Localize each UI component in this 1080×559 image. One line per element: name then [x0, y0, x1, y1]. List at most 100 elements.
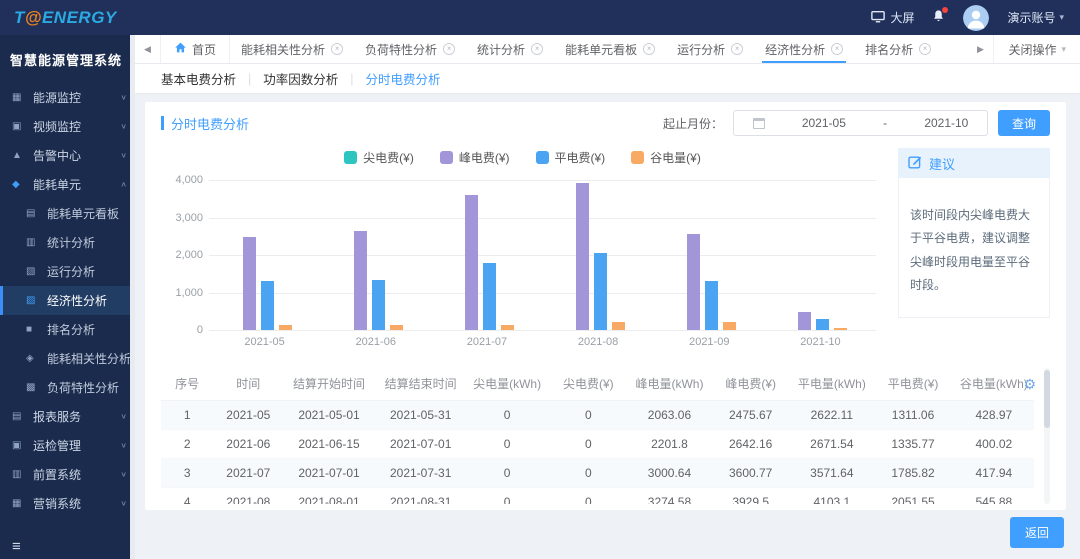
chart-bar[interactable] — [242, 237, 256, 330]
chart-bar[interactable] — [389, 325, 403, 330]
close-icon[interactable]: × — [831, 43, 844, 55]
chart-bar[interactable] — [576, 183, 590, 330]
chart-bar[interactable] — [723, 322, 737, 330]
close-icon[interactable]: × — [531, 43, 544, 55]
table-cell: 1785.82 — [872, 458, 954, 488]
table-cell: 0 — [466, 400, 548, 430]
chart-plot-area: 2021-05 2021-06 2021-07 2021-08 2021-09 2021-… — [161, 174, 884, 356]
close-operations-dropdown[interactable]: 关闭操作 ▾ — [993, 35, 1080, 63]
tab-unit-board[interactable]: 能耗单元看板 × — [554, 35, 666, 63]
sidebar-item-economic-analysis[interactable]: ▨ 经济性分析 — [0, 286, 135, 315]
sidebar-item-energy-monitor[interactable]: ▦ 能源监控 ∨ — [0, 83, 135, 112]
chart-bar[interactable] — [834, 328, 848, 330]
sidebar-item-marketing-system[interactable]: ▦ 营销系统 ∨ — [0, 489, 135, 518]
y-axis-tick: 4,000 — [175, 174, 203, 186]
user-avatar[interactable] — [963, 4, 990, 31]
bar-groups — [209, 180, 876, 330]
tab-load[interactable]: 负荷特性分析 × — [354, 35, 466, 63]
sidebar-item-alarm-center[interactable]: ▲ 告警中心 ∨ — [0, 141, 135, 170]
table-cell: 2021-05-01 — [283, 400, 375, 430]
legend-item[interactable]: 平电费(¥) — [535, 149, 605, 166]
subtab-tou-fee[interactable]: 分时电费分析 — [354, 69, 453, 88]
sidebar-item-video-monitor[interactable]: ▣ 视频监控 ∨ — [0, 112, 135, 141]
sidebar-scrollbar[interactable] — [130, 35, 135, 559]
legend-item[interactable]: 尖电费(¥) — [344, 149, 414, 166]
sidebar-item-ranking-analysis[interactable]: ■ 排名分析 — [0, 315, 135, 344]
gear-icon[interactable]: ⚙ — [1023, 376, 1036, 393]
chart-bar[interactable] — [371, 280, 385, 330]
energy-unit-icon: ◆ — [12, 179, 20, 190]
tab-economic[interactable]: 经济性分析 × — [754, 35, 854, 63]
chart-bar[interactable] — [353, 231, 367, 330]
notification-button[interactable] — [932, 7, 949, 26]
sidebar-item-unit-board[interactable]: ▤ 能耗单元看板 — [0, 199, 135, 228]
tab-stat[interactable]: 统计分析 × — [466, 35, 554, 63]
sidebar-item-correlation-analysis[interactable]: ◈ 能耗相关性分析 — [0, 344, 135, 373]
tab-label: 能耗单元看板 — [565, 42, 638, 57]
chart-bar[interactable] — [260, 281, 274, 330]
calendar-icon — [752, 117, 765, 129]
table-cell: 2021-06-15 — [283, 429, 375, 459]
chart-bar[interactable] — [798, 312, 812, 330]
back-button[interactable]: 返回 — [1009, 517, 1064, 548]
sidebar-item-label: 运行分析 — [47, 265, 96, 279]
table-cell: 2021-07-31 — [374, 458, 467, 488]
notification-badge — [942, 7, 949, 13]
subtab-power-factor[interactable]: 功率因数分析 — [251, 69, 350, 88]
chart-bar[interactable] — [482, 263, 496, 330]
caret-down-icon: ▾ — [1061, 43, 1066, 54]
legend-item[interactable]: 谷电量(¥) — [631, 149, 701, 166]
tab-label: 排名分析 — [865, 42, 914, 57]
end-month-value[interactable]: 2021-10 — [924, 116, 968, 130]
table-scrollbar-thumb[interactable] — [1044, 370, 1050, 428]
tab-ranking[interactable]: 排名分析 × — [854, 35, 942, 63]
sidebar-item-front-system[interactable]: ▥ 前置系统 ∨ — [0, 460, 135, 489]
chart-bar[interactable] — [594, 253, 608, 330]
x-axis-tick: 2021-09 — [689, 336, 730, 348]
bar-group-2021-05 — [209, 180, 320, 330]
y-axis-tick: 0 — [196, 324, 203, 336]
monitor-icon — [871, 10, 886, 26]
tab-run[interactable]: 运行分析 × — [666, 35, 754, 63]
close-icon[interactable]: × — [643, 43, 656, 55]
chart-bar[interactable] — [687, 234, 701, 330]
start-month-value[interactable]: 2021-05 — [802, 116, 846, 130]
sidebar-item-report-service[interactable]: ▤ 报表服务 ∨ — [0, 402, 135, 431]
table-cell: 2021-07-01 — [283, 458, 375, 488]
tabs-scroll-left-icon[interactable]: ◀ — [135, 35, 161, 63]
close-icon[interactable]: × — [919, 43, 932, 55]
sidebar-item-load-characteristic[interactable]: ▩ 负荷特性分析 — [0, 373, 135, 402]
chart-bar[interactable] — [464, 195, 478, 330]
date-range-input[interactable]: 2021-05 - 2021-10 — [733, 110, 988, 136]
big-screen-button[interactable]: 大屏 — [871, 9, 914, 26]
y-axis-tick: 3,000 — [175, 211, 203, 224]
sidebar-item-stat-analysis[interactable]: ▥ 统计分析 — [0, 228, 135, 257]
close-icon[interactable]: × — [331, 43, 344, 55]
chart-bar[interactable] — [278, 325, 292, 330]
query-button[interactable]: 查询 — [998, 110, 1050, 136]
tab-correlation[interactable]: 能耗相关性分析 × — [230, 35, 354, 63]
hamburger-icon[interactable]: ≡ — [12, 538, 21, 555]
column-header: 尖电量(kWh) — [466, 368, 548, 401]
table-cell: 0 — [547, 400, 629, 430]
sidebar-item-run-analysis[interactable]: ▧ 运行分析 — [0, 257, 135, 286]
bar-group-2021-10 — [765, 180, 876, 330]
account-menu[interactable]: 演示账号 ▾ — [1007, 9, 1064, 26]
data-table: 序号 时间 结算开始时间 结算结束时间 尖电量(kWh) 尖电费(¥) 峰电量(kWh) 峰电… — [161, 368, 1034, 504]
tabs-scroll-right-icon[interactable]: ▶ — [967, 35, 993, 63]
chart-bar[interactable] — [816, 319, 830, 330]
column-header: 平电费(¥) — [872, 368, 954, 401]
legend-item[interactable]: 峰电费(¥) — [439, 149, 510, 166]
chart-bar[interactable] — [500, 325, 514, 330]
chart-bar[interactable] — [612, 322, 626, 330]
close-icon[interactable]: × — [443, 43, 456, 55]
tab-home[interactable]: 首页 — [161, 35, 231, 63]
content-area: 分时电费分析 起止月份： 2021-05 - 2021-10 查询 尖电费(¥)… — [135, 93, 1080, 559]
chart-bar[interactable] — [705, 281, 719, 330]
table-cell: 2021-07 — [213, 458, 284, 488]
table-cell: 2021-05 — [213, 400, 284, 430]
sidebar-item-energy-unit[interactable]: ◆ 能耗单元 ∧ — [0, 170, 135, 199]
close-icon[interactable]: × — [731, 43, 744, 55]
sidebar-item-inspection-mgmt[interactable]: ▣ 运检管理 ∨ — [0, 431, 135, 460]
subtab-basic-fee[interactable]: 基本电费分析 — [149, 69, 248, 88]
